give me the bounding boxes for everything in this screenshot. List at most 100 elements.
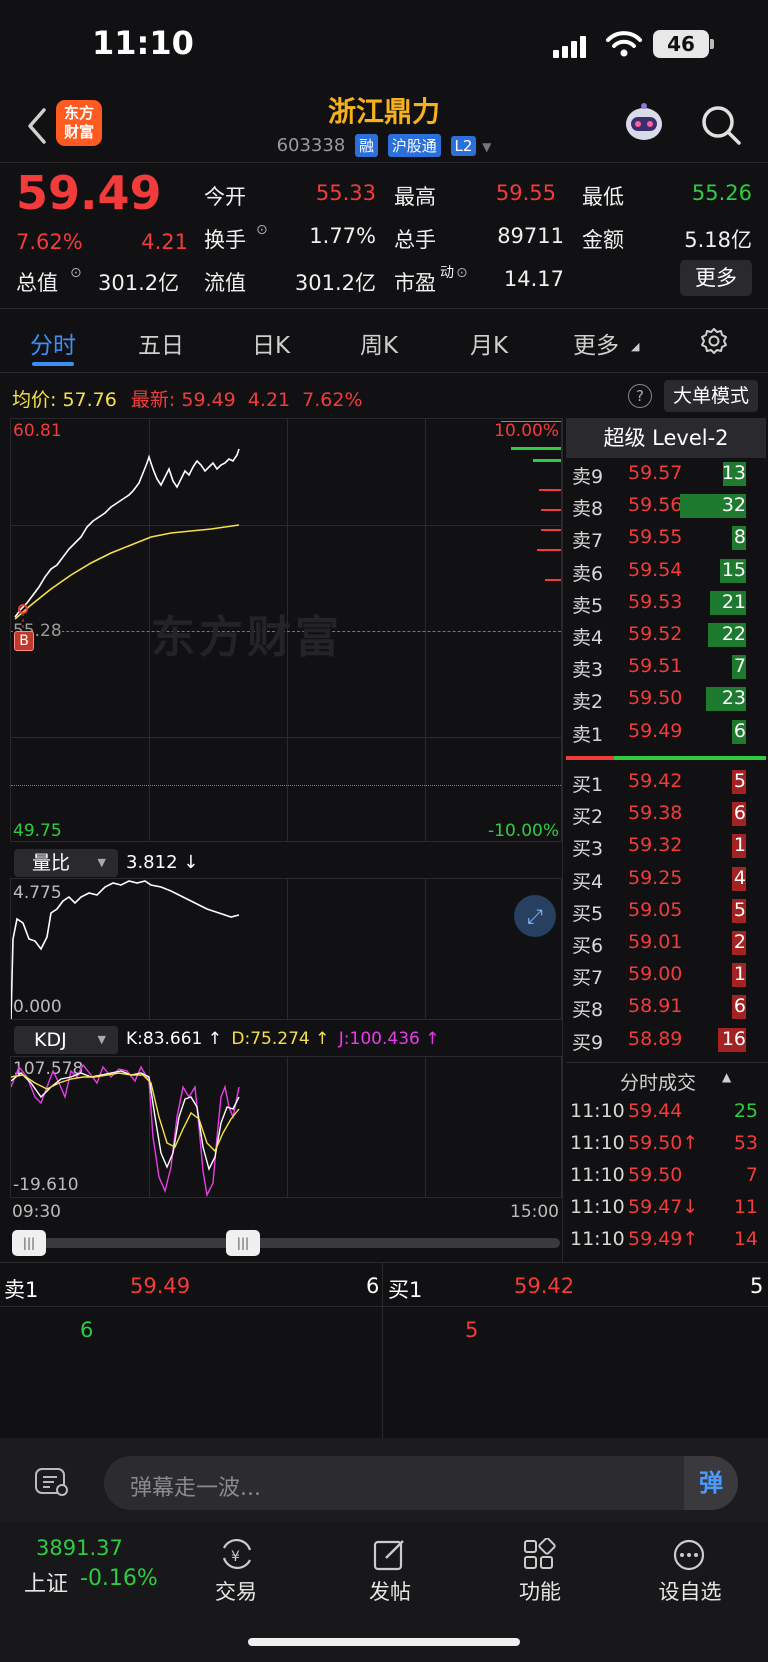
ask-row[interactable]: 卖3 59.51 7 [570, 651, 768, 683]
volume-ratio-chart[interactable]: 4.775 0.000 [10, 878, 562, 1020]
info-circle-icon[interactable]: ⊙ [256, 222, 268, 238]
volume-ratio-selector[interactable]: 量比 ▼ [14, 849, 118, 877]
tab-more[interactable]: 更多 [573, 326, 619, 360]
change-pct: 7.62% [16, 230, 83, 254]
volume-ratio-label: 量比 [32, 852, 71, 874]
level2-title: 超级 Level-2 [566, 418, 766, 458]
robot-assistant-icon[interactable] [622, 102, 666, 146]
ask-row[interactable]: 卖7 59.55 8 [570, 522, 768, 554]
status-bar: 11:10 46 [0, 0, 768, 90]
info-circle-icon[interactable]: ⊙ [70, 265, 82, 281]
divider [562, 418, 563, 1262]
intraday-chart[interactable]: 东方财富 60.81 55.28 49.75 10.00% -10.00% B [10, 418, 562, 842]
bid-level-label: 买3 [572, 838, 604, 861]
kdj-lines [11, 1063, 240, 1198]
trade-price: 59.49↑ [628, 1228, 699, 1250]
kdj-selector[interactable]: KDJ ▼ [14, 1026, 118, 1054]
bid-row[interactable]: 买8 58.91 6 [570, 991, 768, 1023]
bid-row[interactable]: 买7 59.00 1 [570, 959, 768, 991]
bid-level-label: 买5 [572, 902, 604, 925]
volume-label: 总手 [394, 228, 436, 252]
volume-ratio-line [11, 880, 240, 1020]
kdj-chart[interactable]: 107.578 -19.610 [10, 1056, 562, 1198]
bid-volume: 1 [733, 834, 746, 857]
trade-time: 11:10 [570, 1100, 625, 1122]
expand-icon[interactable]: ⤢ [514, 895, 556, 937]
bid1-sub-volume: 5 [465, 1318, 479, 1342]
ask-volume: 15 [721, 558, 746, 581]
ask-row[interactable]: 卖6 59.54 15 [570, 555, 768, 587]
divider [0, 1306, 768, 1307]
ask-level-label: 卖5 [572, 594, 604, 617]
bid-level-label: 买8 [572, 999, 604, 1022]
bid-row[interactable]: 买5 59.05 5 [570, 895, 768, 927]
gear-icon[interactable] [700, 327, 728, 355]
tab-weekly-k[interactable]: 周K [360, 326, 398, 360]
ask-row[interactable]: 卖1 59.49 6 [570, 716, 768, 748]
home-indicator [248, 1638, 520, 1646]
ask-row[interactable]: 卖2 59.50 23 [570, 683, 768, 715]
ask-level-label: 卖9 [572, 466, 604, 488]
hk-connect-tag: 沪股通 [387, 134, 441, 157]
turnover-value: 1.77% [309, 224, 376, 248]
battery-icon: 46 [653, 30, 709, 58]
tab-daily-k[interactable]: 日K [252, 326, 290, 360]
index-change[interactable]: -0.16% [80, 1566, 158, 1591]
index-name[interactable]: 上证 [24, 1566, 68, 1598]
buy-marker[interactable]: B [14, 631, 34, 651]
tab-monthly-k[interactable]: 月K [470, 326, 508, 360]
time-end: 15:00 [510, 1202, 559, 1222]
trades-title[interactable]: 分时成交 [620, 1068, 696, 1095]
bid-row[interactable]: 买3 59.32 1 [570, 830, 768, 862]
more-button[interactable]: 更多 [680, 260, 752, 296]
collapse-icon[interactable]: ▲ [722, 1070, 731, 1084]
ask-price: 59.57 [628, 462, 683, 484]
float-value: 301.2亿 [294, 271, 376, 295]
index-value[interactable]: 3891.37 [36, 1536, 123, 1560]
search-icon[interactable] [700, 104, 742, 146]
danmu-send-button[interactable]: 弹 [684, 1456, 738, 1510]
kdj-values: K:83.661 ↑ D:75.274 ↑ J:100.436 ↑ [126, 1029, 439, 1049]
bid-row[interactable]: 买2 59.38 6 [570, 798, 768, 830]
status-time: 11:10 [92, 24, 194, 62]
info-circle-icon[interactable]: ⊙ [456, 265, 468, 281]
ask-level-label: 卖3 [572, 659, 604, 682]
ask-row[interactable]: 卖9 59.57 13 [570, 458, 768, 490]
kdj-label: KDJ [34, 1029, 67, 1051]
bid1-label: 买1 [388, 1278, 423, 1302]
ask-row[interactable]: 卖8 59.56 32 [570, 490, 768, 522]
range-handle-right[interactable]: ||| [226, 1230, 260, 1256]
bid-row[interactable]: 买6 59.01 2 [570, 927, 768, 959]
avg-label: 均价: [12, 389, 57, 411]
ask-volume: 13 [721, 462, 746, 484]
amount-label: 金额 [582, 228, 624, 252]
time-range-track[interactable] [14, 1238, 560, 1248]
bid-volume: 5 [733, 770, 746, 792]
ask-row[interactable]: 卖5 59.53 21 [570, 587, 768, 619]
divider [0, 1262, 768, 1263]
big-order-mode-button[interactable]: 大单模式 [664, 380, 758, 412]
nav-trade[interactable]: ¥ 交易 [176, 1522, 296, 1642]
danmu-toggle-icon[interactable] [34, 1466, 70, 1498]
ask-volume: 8 [733, 526, 746, 549]
nav-post[interactable]: 发帖 [330, 1522, 450, 1642]
range-handle-left[interactable]: ||| [12, 1230, 46, 1256]
nav-add-watchlist[interactable]: 设自选 [630, 1522, 750, 1642]
bid-price: 59.25 [628, 866, 683, 889]
danmu-input[interactable]: 弹幕走一波... 弹 [104, 1456, 738, 1510]
float-label: 流值 [204, 271, 246, 295]
bid-level-label: 买6 [572, 935, 604, 957]
nav-functions[interactable]: 功能 [480, 1522, 600, 1642]
ask-volume: 32 [721, 494, 746, 517]
tab-five-day[interactable]: 五日 [138, 326, 184, 360]
help-icon[interactable]: ? [628, 384, 652, 408]
chevron-down-icon: ▼ [97, 856, 106, 869]
ask-price: 59.54 [628, 558, 683, 581]
bid-price: 59.42 [628, 770, 683, 792]
bid-row[interactable]: 买1 59.42 5 [570, 766, 768, 798]
bid-row[interactable]: 买9 58.89 16 [570, 1024, 768, 1056]
trade-volume: 53 [733, 1132, 758, 1154]
bid-row[interactable]: 买4 59.25 4 [570, 863, 768, 895]
ask-row[interactable]: 卖4 59.52 22 [570, 619, 768, 651]
tab-intraday[interactable]: 分时 [30, 326, 76, 360]
